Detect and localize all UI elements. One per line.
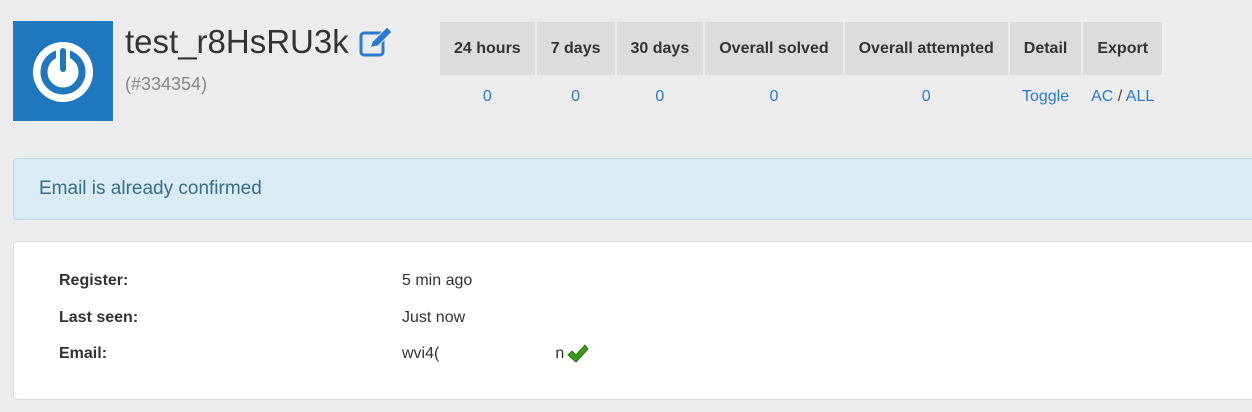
stats-header-30d: 30 days [616,22,704,75]
stats-cell-7d: 0 [537,75,615,119]
stats-header-row: 24 hours 7 days 30 days Overall solved O… [440,22,1163,75]
register-value: 5 min ago [402,272,473,289]
stats-cell-overall-attempted: 0 [845,75,1008,119]
email-value-end: n [555,345,565,362]
username-text: test_r8HsRU3k [125,23,349,60]
detail-toggle-link[interactable]: Toggle [1022,88,1069,105]
user-id: (#334354) [125,74,208,94]
stats-cell-export: AC / ALL [1083,75,1162,119]
export-separator: / [1117,88,1123,105]
last-seen-value: Just now [402,309,466,326]
power-icon [33,42,93,102]
stats-value-row: 0 0 0 0 0 Toggle AC / ALL [440,75,1162,119]
email-label: Email: [59,345,108,362]
stats-header-overall-attempted: Overall attempted [844,22,1008,75]
stats-cell-detail: Toggle [1010,75,1082,119]
stats-header-export: Export [1083,22,1163,75]
username-heading: test_r8HsRU3k [125,20,393,64]
stats-cell-24h: 0 [440,75,535,119]
email-value-start: wvi4( [402,345,440,362]
stats-header-overall-solved: Overall solved [705,22,843,75]
last-seen-label: Last seen: [59,309,139,326]
alert-text: Email is already confirmed [39,178,262,199]
stats-header-7d: 7 days [536,22,615,75]
email-confirmed-alert: Email is already confirmed [13,158,1252,220]
stats-header-detail: Detail [1009,22,1082,75]
stats-value-30d[interactable]: 0 [655,88,664,105]
stats-value-24h[interactable]: 0 [483,88,492,105]
stats-value-overall-solved[interactable]: 0 [769,88,778,105]
stats-cell-30d: 0 [617,75,704,119]
export-all-link[interactable]: ALL [1126,88,1154,105]
email-redaction [439,344,556,364]
avatar [13,21,113,121]
stats-value-7d[interactable]: 0 [571,88,580,105]
register-label: Register: [59,272,129,289]
stats-header-24h: 24 hours [440,22,535,75]
stats-cell-overall-solved: 0 [705,75,842,119]
email-value: wvi4( n [402,343,589,365]
export-ac-link[interactable]: AC [1091,88,1113,105]
edit-icon[interactable] [359,27,393,57]
stats-value-overall-attempted[interactable]: 0 [922,88,931,105]
user-info-panel: Register: 5 min ago Last seen: Just now … [13,241,1252,400]
check-icon [567,344,589,364]
stats-table: 24 hours 7 days 30 days Overall solved O… [438,22,1164,119]
